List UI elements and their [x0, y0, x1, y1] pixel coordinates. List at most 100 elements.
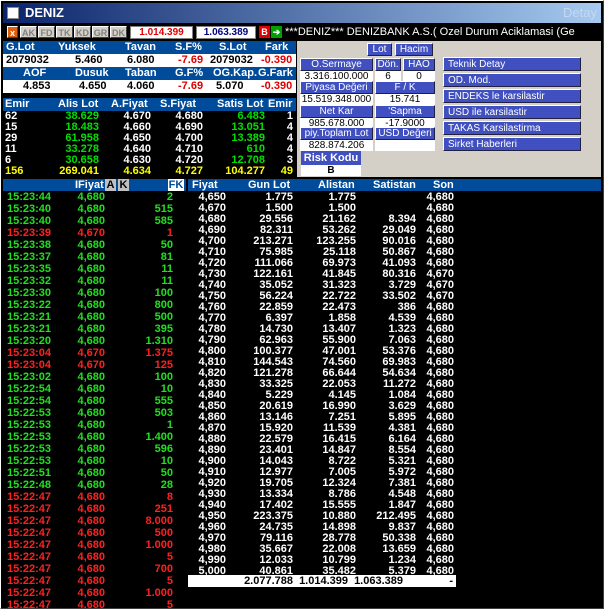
trade-time: 15:23:40 — [7, 215, 52, 227]
trade-row[interactable]: 15:22:53 4,680 10 — [3, 455, 186, 467]
trade-lot: 555 — [154, 395, 173, 407]
trade-row[interactable]: 15:23:02 4,680 100 — [3, 371, 186, 383]
trade-time: 15:23:38 — [7, 239, 52, 251]
trade-time: 15:22:47 — [7, 515, 52, 527]
trade-row[interactable]: 15:22:47 4,680 500 — [3, 527, 186, 539]
trade-row[interactable]: 15:22:47 4,680 251 — [3, 503, 186, 515]
trade-row[interactable]: 15:23:40 4,680 515 — [3, 203, 186, 215]
usd-compare-button[interactable]: USD ile karsilastir — [443, 105, 581, 119]
trade-lot: 1.375 — [145, 347, 173, 359]
trades-k-toggle[interactable]: K — [118, 179, 129, 191]
teknik-detay-button[interactable]: Teknik Detay — [443, 57, 581, 71]
trade-row[interactable]: 15:22:53 4,680 1 — [3, 419, 186, 431]
od-mod-button[interactable]: OD. Mod. — [443, 73, 581, 87]
g-fark-value: -0.390 — [261, 80, 293, 92]
trade-row[interactable]: 15:22:53 4,680 1.400 — [3, 431, 186, 443]
trade-lot: 1.000 — [145, 539, 173, 551]
trade-time: 15:22:53 — [7, 431, 52, 443]
trade-row[interactable]: 15:23:44 4,680 2 — [3, 191, 186, 203]
g-lot-label: G.Lot — [6, 41, 35, 53]
window-title: DENIZ — [25, 5, 64, 20]
trade-row[interactable]: 15:23:40 4,680 585 — [3, 215, 186, 227]
tb-tk[interactable]: TK — [56, 26, 73, 38]
tb-ak[interactable]: AK — [20, 26, 37, 38]
trade-row[interactable]: 15:22:51 4,680 50 — [3, 467, 186, 479]
trade-row[interactable]: 15:22:47 4,680 8.000 — [3, 515, 186, 527]
trade-row[interactable]: 15:22:47 4,680 700 — [3, 563, 186, 575]
trade-row[interactable]: 15:23:04 4,670 125 — [3, 359, 186, 371]
trade-row[interactable]: 15:23:22 4,680 800 — [3, 299, 186, 311]
levels-fiyat-header[interactable]: Fiyat — [192, 179, 218, 191]
trade-lot: 10 — [160, 455, 173, 467]
sirket-haberleri-button[interactable]: Sirket Haberleri — [443, 137, 581, 151]
trade-lot: 500 — [154, 527, 173, 539]
sell-arrow-icon[interactable]: ➔ — [271, 26, 282, 38]
tb-fd[interactable]: FD — [38, 26, 55, 38]
trade-time: 15:22:51 — [7, 467, 52, 479]
levels-gun-lot-header[interactable]: Gun Lot — [248, 179, 290, 191]
levels-son-header[interactable]: Son — [433, 179, 454, 191]
taban-label: Taban — [125, 67, 157, 79]
trade-row[interactable]: 15:23:04 4,670 1.375 — [3, 347, 186, 359]
trade-price: 4,680 — [77, 323, 105, 335]
trade-lot: 1 — [166, 227, 173, 239]
trade-row[interactable]: 15:23:21 4,680 500 — [3, 311, 186, 323]
close-icon[interactable]: x — [7, 26, 18, 38]
trade-price: 4,680 — [77, 455, 105, 467]
trade-row[interactable]: 15:22:53 4,680 503 — [3, 407, 186, 419]
trade-row[interactable]: 15:22:54 4,680 555 — [3, 395, 186, 407]
trade-row[interactable]: 15:22:47 4,680 5 — [3, 575, 186, 587]
takas-compare-button[interactable]: TAKAS Karsilastirma — [443, 121, 581, 135]
trade-lot: 50 — [160, 239, 173, 251]
trade-row[interactable]: 15:22:54 4,680 10 — [3, 383, 186, 395]
levels-alistan-header[interactable]: Alistan — [318, 179, 355, 191]
trade-row[interactable]: 15:23:35 4,680 11 — [3, 263, 186, 275]
trade-row[interactable]: 15:23:30 4,680 100 — [3, 287, 186, 299]
buy-button[interactable]: B — [259, 26, 270, 38]
trade-row[interactable]: 15:23:37 4,680 81 — [3, 251, 186, 263]
trade-price: 4,680 — [77, 335, 105, 347]
trade-price: 4,680 — [77, 587, 105, 599]
trade-price: 4,680 — [77, 383, 105, 395]
tb-kd[interactable]: KD — [74, 26, 91, 38]
depth-row[interactable]: 156 269.041 4.634 4.727 104.277 49 — [3, 166, 296, 177]
usd-degeri-value — [375, 140, 435, 151]
detay-label[interactable]: Detay — [563, 3, 597, 23]
trade-time: 15:22:47 — [7, 527, 52, 539]
lot-button[interactable]: Lot — [367, 43, 392, 56]
trade-lot: 11 — [161, 275, 173, 287]
trade-row[interactable]: 15:23:39 4,670 1 — [3, 227, 186, 239]
trade-time: 15:22:47 — [7, 551, 52, 563]
trade-lot: 1.000 — [145, 587, 173, 599]
trade-row[interactable]: 15:23:20 4,680 1.310 — [3, 335, 186, 347]
trade-row[interactable]: 15:22:47 4,680 8 — [3, 491, 186, 503]
trades-a-toggle[interactable]: A — [105, 179, 116, 191]
market-info-panel: Lot Hacim O.Sermaye Dön. HAO 3.316.100.0… — [297, 41, 439, 177]
trades-fk-toggle[interactable]: FK — [168, 179, 184, 191]
news-ticker[interactable]: ***DENIZ*** DENIZBANK A.S.( Ozel Durum A… — [285, 25, 601, 39]
trade-row[interactable]: 15:22:47 4,680 1.000 — [3, 587, 186, 599]
trade-row[interactable]: 15:22:47 4,680 5 — [3, 599, 186, 608]
trade-lot: 1 — [166, 419, 173, 431]
endeks-compare-button[interactable]: ENDEKS le karsilastir — [443, 89, 581, 103]
don-label: Dön. — [375, 58, 401, 71]
trade-row[interactable]: 15:22:48 4,680 28 — [3, 479, 186, 491]
title-bar: DENIZ Detay — [3, 3, 601, 23]
trade-lot: 700 — [154, 563, 173, 575]
trade-row[interactable]: 15:23:38 4,680 50 — [3, 239, 186, 251]
risk-kodu-value: B — [301, 165, 361, 176]
trade-row[interactable]: 15:23:21 4,680 395 — [3, 323, 186, 335]
trade-row[interactable]: 15:22:47 4,680 1.000 — [3, 539, 186, 551]
trade-price: 4,680 — [77, 299, 105, 311]
trade-lot: 500 — [154, 311, 173, 323]
trade-row[interactable]: 15:23:32 4,680 11 — [3, 275, 186, 287]
levels-table[interactable]: 4,650 1.775 1.775 4,680 4,670 1.500 1.500 4,680… — [188, 191, 601, 608]
tb-gr[interactable]: GR — [92, 26, 109, 38]
trade-row[interactable]: 15:22:53 4,680 596 — [3, 443, 186, 455]
hacim-button[interactable]: Hacim — [395, 43, 433, 56]
trade-row[interactable]: 15:22:47 4,680 5 — [3, 551, 186, 563]
tb-dk[interactable]: DK — [110, 26, 127, 38]
levels-satistan-header[interactable]: Satistan — [373, 179, 416, 191]
trades-list[interactable]: 15:23:44 4,680 2 15:23:40 4,680 515 15:23:40 4,… — [3, 191, 186, 608]
trade-time: 15:22:47 — [7, 491, 52, 503]
